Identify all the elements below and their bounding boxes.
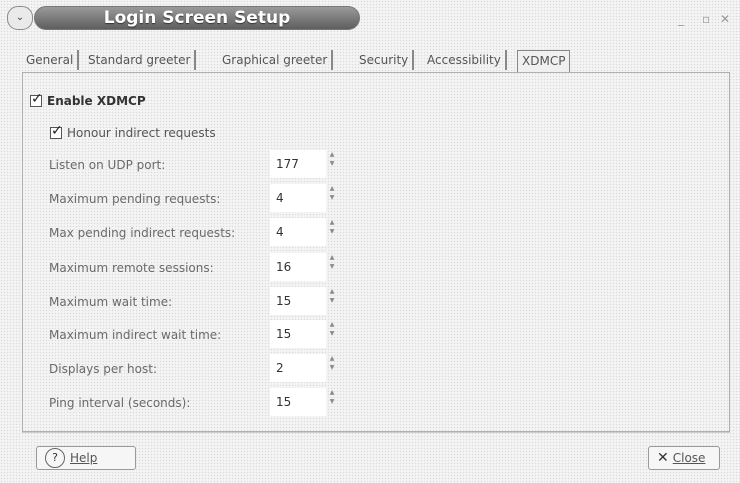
max-indirect-wait-time-spinner[interactable]	[270, 320, 326, 348]
displays-per-host-spin-buttons[interactable]: ▲ ▼	[327, 354, 337, 382]
honour-indirect-label: Honour indirect requests	[67, 126, 216, 140]
title-bar: ⌄ Login Screen Setup _ ▫ ✕	[0, 0, 740, 42]
chevron-down-icon: ⌄	[15, 12, 25, 23]
spin-down-icon[interactable]: ▼	[327, 262, 337, 271]
spin-down-icon[interactable]: ▼	[327, 296, 337, 305]
max-remote-sessions-spinner[interactable]	[270, 253, 326, 281]
spin-down-icon[interactable]: ▼	[327, 227, 337, 236]
enable-xdmcp-label: Enable XDMCP	[47, 94, 146, 108]
tab-xdmcp[interactable]: XDMCP	[517, 50, 571, 73]
udp-port-spin-buttons[interactable]: ▲ ▼	[327, 150, 337, 178]
spin-down-icon[interactable]: ▼	[327, 193, 337, 202]
max-pending-indirect-label: Max pending indirect requests:	[49, 226, 236, 240]
max-pending-label: Maximum pending requests:	[49, 192, 221, 206]
max-indirect-wait-time-spin-buttons[interactable]: ▲ ▼	[327, 320, 337, 348]
max-wait-time-spinner[interactable]	[270, 287, 326, 315]
spin-down-icon[interactable]: ▼	[327, 397, 337, 406]
help-button[interactable]: ? Help	[36, 446, 136, 470]
spin-up-icon[interactable]: ▲	[327, 253, 337, 262]
check-icon: ✓	[31, 91, 43, 107]
help-button-label: Help	[70, 451, 98, 465]
honour-indirect-row[interactable]: ✓ Honour indirect requests	[50, 123, 216, 140]
max-pending-indirect-spin-buttons[interactable]: ▲ ▼	[327, 218, 337, 246]
tab-accessibility[interactable]: Accessibility	[423, 50, 507, 70]
displays-per-host-spinner[interactable]	[270, 354, 326, 382]
spin-down-icon[interactable]: ▼	[327, 329, 337, 338]
ping-interval-label: Ping interval (seconds):	[49, 396, 191, 410]
max-pending-spinner[interactable]	[270, 184, 326, 212]
spin-up-icon[interactable]: ▲	[327, 218, 337, 227]
tab-general[interactable]: General	[22, 50, 80, 70]
tab-security[interactable]: Security	[355, 50, 415, 70]
spin-up-icon[interactable]: ▲	[327, 287, 337, 296]
spin-up-icon[interactable]: ▲	[327, 150, 337, 159]
window-title: Login Screen Setup	[103, 8, 291, 28]
enable-xdmcp-checkbox[interactable]: ✓	[30, 91, 43, 107]
max-wait-time-label: Maximum wait time:	[49, 295, 173, 309]
spin-down-icon[interactable]: ▼	[327, 159, 337, 168]
maximize-icon[interactable]: ▫	[702, 12, 710, 26]
ping-interval-spinner[interactable]	[270, 388, 326, 416]
check-icon: ✓	[51, 123, 63, 139]
close-button-label: Close	[672, 451, 706, 465]
displays-per-host-label: Displays per host:	[49, 362, 157, 376]
button-separator	[22, 432, 730, 433]
enable-xdmcp-row[interactable]: ✓ Enable XDMCP	[30, 91, 146, 108]
max-indirect-wait-time-label: Maximum indirect wait time:	[49, 328, 222, 342]
window-menu-button[interactable]: ⌄	[7, 6, 33, 30]
max-remote-sessions-spin-buttons[interactable]: ▲ ▼	[327, 253, 337, 281]
honour-indirect-checkbox[interactable]: ✓	[50, 123, 63, 139]
max-wait-time-spin-buttons[interactable]: ▲ ▼	[327, 287, 337, 315]
spin-up-icon[interactable]: ▲	[327, 320, 337, 329]
max-pending-spin-buttons[interactable]: ▲ ▼	[327, 184, 337, 212]
udp-port-spinner[interactable]	[270, 150, 326, 178]
ping-interval-spin-buttons[interactable]: ▲ ▼	[327, 388, 337, 416]
udp-port-label: Listen on UDP port:	[49, 158, 166, 172]
minimize-icon[interactable]: _	[678, 12, 684, 26]
max-remote-sessions-label: Maximum remote sessions:	[49, 261, 214, 275]
help-icon: ?	[45, 448, 65, 468]
spin-up-icon[interactable]: ▲	[327, 354, 337, 363]
tab-graphical-greeter[interactable]: Graphical greeter	[218, 50, 334, 70]
window-title-pill: Login Screen Setup	[34, 6, 360, 30]
spin-up-icon[interactable]: ▲	[327, 388, 337, 397]
close-icon: ✕	[657, 450, 669, 466]
spin-up-icon[interactable]: ▲	[327, 184, 337, 193]
spin-down-icon[interactable]: ▼	[327, 363, 337, 372]
close-button[interactable]: ✕ Close	[648, 446, 720, 470]
tab-standard-greeter[interactable]: Standard greeter	[84, 50, 197, 70]
max-pending-indirect-spinner[interactable]	[270, 218, 326, 246]
close-icon[interactable]: ✕	[720, 12, 730, 26]
